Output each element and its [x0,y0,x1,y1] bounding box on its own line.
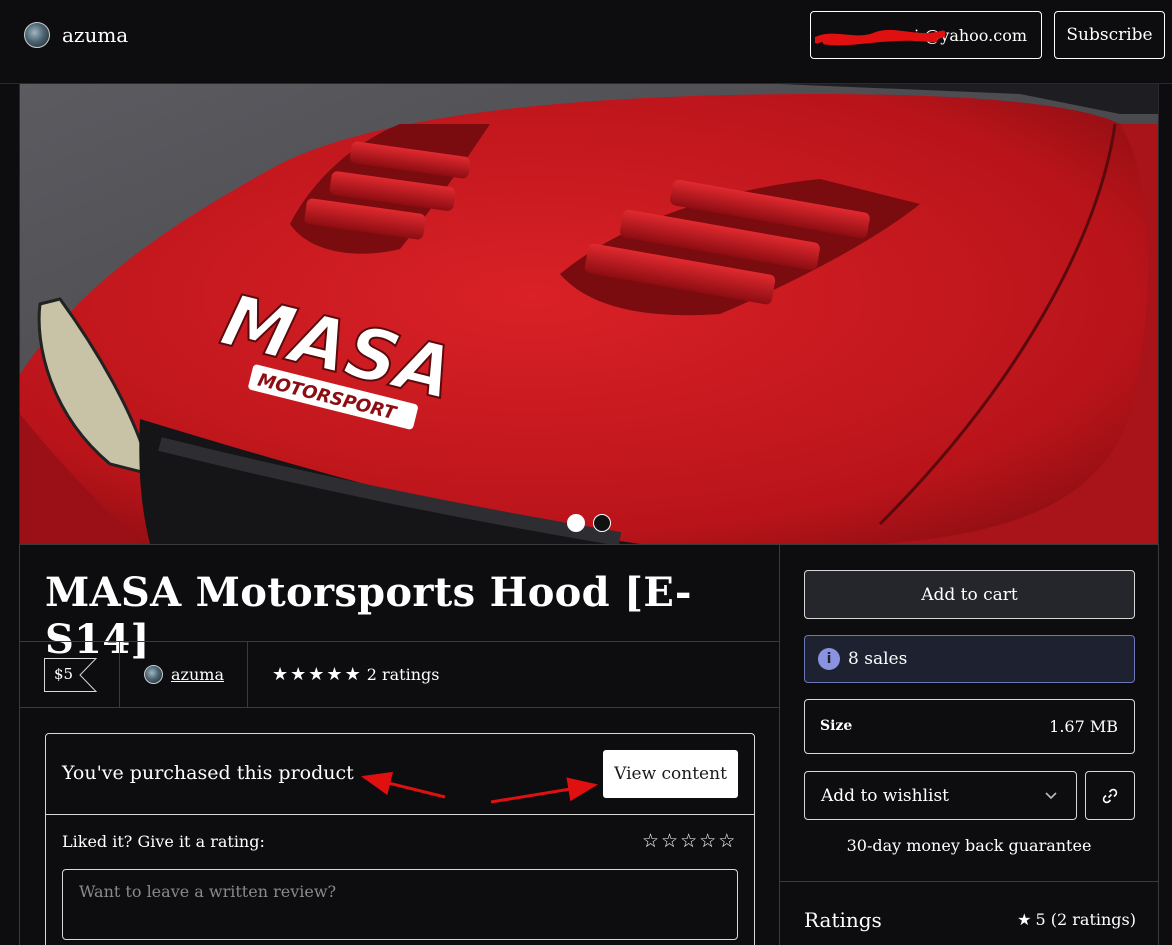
ratings-summary-text: 5 (2 ratings) [1035,910,1136,929]
sales-text: 8 sales [848,649,908,669]
view-content-button[interactable]: View content [603,750,738,798]
brand[interactable]: azuma [24,22,128,48]
product-cover-image: MASA MOTORSPORT [20,84,1158,544]
ratings-summary: ★ 5 (2 ratings) [1017,910,1136,929]
link-icon [1102,788,1118,803]
ratings-title: Ratings [804,908,882,932]
rate-label: Liked it? Give it a rating: [62,832,265,851]
review-textarea[interactable] [62,869,738,940]
info-icon: i [818,648,840,670]
purchase-panel: You've purchased this product View conte… [45,733,755,945]
product-meta-row: $5 azuma ★ ★ ★ ★ ★ 2 ratings [20,641,780,708]
size-value: 1.67 MB [1049,717,1118,736]
price-value: $5 [54,665,74,683]
star-icon: ★ [290,664,307,685]
gallery-dot-1[interactable] [567,514,585,532]
star-icon: ★ [344,664,361,685]
sales-count-box: i 8 sales [804,635,1135,683]
site-header: azuma i @yahoo.com Subscribe [0,0,1172,84]
purchased-status: You've purchased this product [62,762,354,784]
star-outline-icon-5[interactable]: ☆ [718,830,735,852]
price-tag: $5 [44,658,98,692]
copy-link-button[interactable] [1085,771,1135,820]
add-to-cart-button[interactable]: Add to cart [804,570,1135,619]
star-outline-icon-4[interactable]: ☆ [699,830,716,852]
chevron-down-icon [1045,792,1057,800]
star-icon: ★ [326,664,343,685]
star-icon: ★ [272,664,289,685]
gallery-dot-2[interactable] [593,514,611,532]
purchase-sidebar: Add to cart i 8 sales Size 1.67 MB Add t… [779,544,1159,945]
ratings-section-header: Ratings ★ 5 (2 ratings) [780,881,1158,945]
ratings-count: 2 ratings [366,665,440,684]
file-size-box: Size 1.67 MB [804,699,1135,754]
redaction-scribble [815,30,945,46]
wishlist-label: Add to wishlist [821,785,950,806]
star-icon: ★ [1017,910,1032,929]
rating-input-stars: ☆ ☆ ☆ ☆ ☆ [642,830,735,852]
brand-name[interactable]: azuma [62,23,128,47]
star-outline-icon-3[interactable]: ☆ [680,830,697,852]
creator-avatar [24,22,50,48]
star-outline-icon-1[interactable]: ☆ [642,830,659,852]
email-field[interactable]: i @yahoo.com [810,11,1042,59]
purchase-header: You've purchased this product View conte… [46,734,754,815]
seller-avatar [144,665,163,684]
product-rating: ★ ★ ★ ★ ★ 2 ratings [272,664,439,685]
size-label: Size [820,718,853,734]
price-cell: $5 [20,642,120,707]
product-details: MASA Motorsports Hood [E-S14] $5 azuma ★… [19,544,780,945]
rating-stars: ★ ★ ★ ★ ★ [272,664,361,685]
seller-link[interactable]: azuma [171,665,224,684]
product-image-gallery[interactable]: MASA MOTORSPORT [19,84,1159,544]
seller-cell: azuma [120,642,248,707]
star-icon: ★ [308,664,325,685]
money-back-guarantee: 30-day money back guarantee [846,836,1092,855]
add-to-wishlist-dropdown[interactable]: Add to wishlist [804,771,1077,820]
star-outline-icon-2[interactable]: ☆ [661,830,678,852]
subscribe-button[interactable]: Subscribe [1054,11,1165,59]
